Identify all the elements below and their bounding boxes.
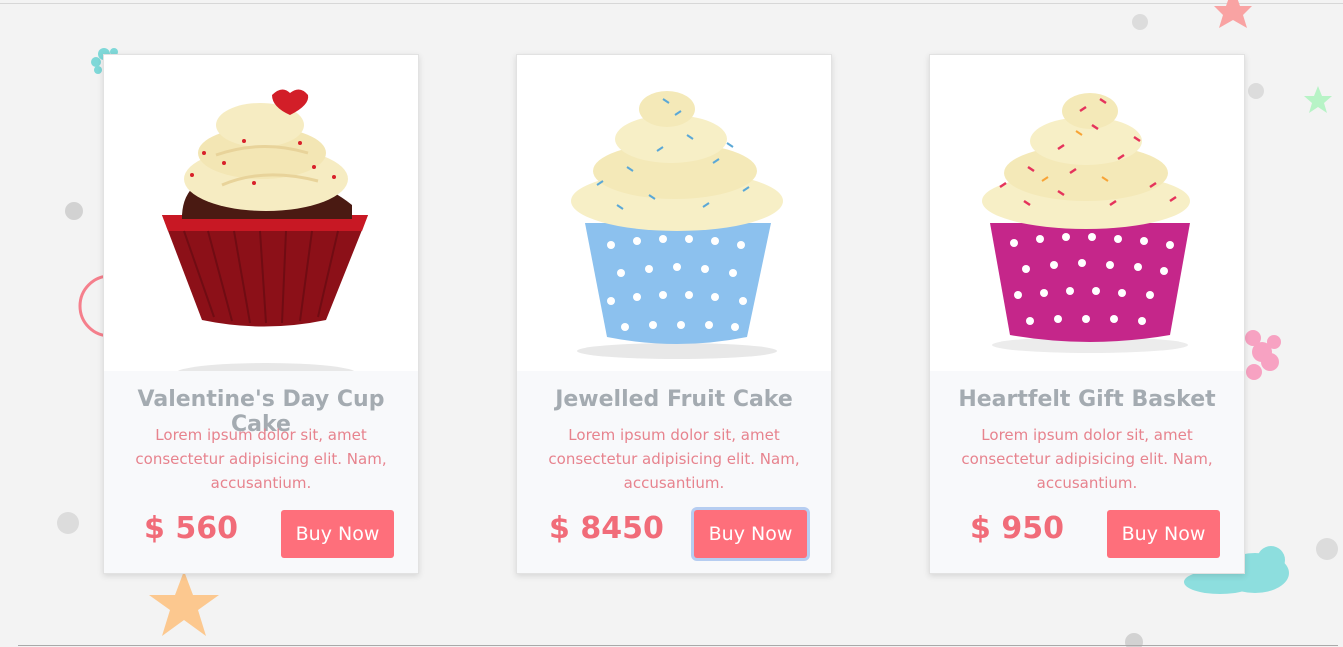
product-title: Heartfelt Gift Basket [958, 387, 1216, 412]
pink-flower-icon [1245, 330, 1281, 380]
buy-now-button[interactable]: Buy Now [1107, 510, 1220, 558]
bottom-divider [18, 645, 1338, 646]
gray-dot-icon [1132, 14, 1148, 30]
product-description: Lorem ipsum dolor sit, amet consectetur … [135, 426, 387, 492]
red-velvet-cupcake-image [104, 55, 418, 371]
buy-now-button[interactable]: Buy Now [694, 510, 807, 558]
product-price: $ 8450 [549, 511, 664, 546]
product-card: Jewelled Fruit Cake Lorem ipsum dolor si… [516, 54, 832, 574]
buy-now-button[interactable]: Buy Now [281, 510, 394, 558]
gray-dot-icon [1316, 538, 1338, 560]
product-card: Valentine's Day Cup Cake Lorem ipsum dol… [103, 54, 419, 574]
product-description: Lorem ipsum dolor sit, amet consectetur … [548, 426, 800, 492]
product-price: $ 560 [144, 511, 238, 546]
product-price: $ 950 [970, 511, 1064, 546]
product-title: Jewelled Fruit Cake [555, 387, 793, 412]
product-page: Valentine's Day Cup Cake Lorem ipsum dol… [0, 0, 1343, 647]
green-star-icon [1304, 86, 1332, 113]
pink-star-icon [1214, 0, 1252, 28]
gray-dot-icon [1248, 83, 1264, 99]
orange-star-icon [149, 571, 219, 636]
product-card: Heartfelt Gift Basket Lorem ipsum dolor … [929, 54, 1245, 574]
product-description: Lorem ipsum dolor sit, amet consectetur … [961, 426, 1213, 492]
gray-dot-icon [57, 512, 79, 534]
gray-dot-icon [65, 202, 83, 220]
blue-polka-dot-cupcake-image [517, 55, 831, 371]
pink-polka-dot-cupcake-image [930, 55, 1244, 371]
